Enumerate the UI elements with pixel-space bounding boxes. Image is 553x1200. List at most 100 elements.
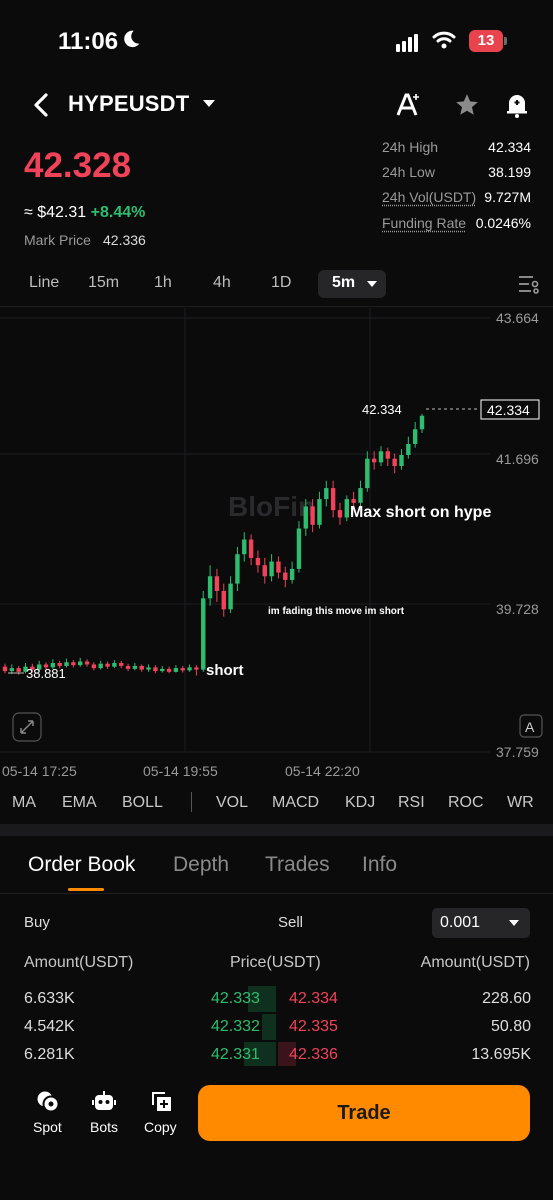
- indicator-wr[interactable]: WR: [507, 794, 534, 812]
- y-tick-label: 41.696: [496, 451, 539, 467]
- divider: [0, 893, 553, 894]
- indicator-ema[interactable]: EMA: [62, 794, 97, 812]
- precision-value: 0.001: [440, 914, 481, 931]
- usd-value: ≈ $42.31: [24, 204, 87, 221]
- indicator-ma[interactable]: MA: [12, 794, 36, 812]
- tab-depth[interactable]: Depth: [173, 853, 229, 877]
- indicator-kdj[interactable]: KDJ: [345, 794, 375, 812]
- trade-button[interactable]: Trade: [198, 1085, 530, 1141]
- x-tick-label: 05-14 19:55: [143, 763, 218, 779]
- bid-depth-bar: [262, 1014, 276, 1040]
- stat-label-funding[interactable]: Funding Rate: [382, 215, 466, 231]
- candle: [385, 447, 391, 467]
- font-size-icon[interactable]: [396, 92, 422, 118]
- indicator-boll[interactable]: BOLL: [122, 794, 163, 812]
- ask-price[interactable]: 42.334: [289, 990, 338, 1008]
- bid-price[interactable]: 42.331: [211, 1046, 260, 1064]
- col-header-ask-amount: Amount(USDT): [420, 954, 530, 971]
- annotation-fading: im fading this move im short: [268, 606, 405, 617]
- candle: [324, 480, 329, 507]
- copy-label[interactable]: Copy: [144, 1119, 177, 1135]
- col-header-bid-amount: Amount(USDT): [24, 954, 134, 971]
- tab-timeframe-4h[interactable]: 4h: [213, 274, 231, 292]
- candle: [392, 453, 397, 474]
- indicator-roc[interactable]: ROC: [448, 794, 484, 812]
- bid-price[interactable]: 42.332: [211, 1018, 260, 1036]
- indicator-rsi[interactable]: RSI: [398, 794, 425, 812]
- moon-icon: [124, 30, 140, 48]
- candle: [358, 480, 363, 507]
- bots-label[interactable]: Bots: [90, 1119, 118, 1135]
- mark-price-label: Mark Price: [24, 232, 91, 248]
- bid-price[interactable]: 42.333: [211, 990, 260, 1008]
- candle: [337, 502, 343, 525]
- stat-value-funding: 0.0246%: [475, 215, 531, 231]
- bid-amount: 6.281K: [24, 1046, 75, 1063]
- buy-label[interactable]: Buy: [24, 914, 50, 931]
- tab-timeframe-1h[interactable]: 1h: [154, 274, 172, 292]
- candle: [228, 576, 233, 614]
- x-tick-label: 05-14 17:25: [2, 763, 77, 779]
- mark-price-value: 42.336: [103, 232, 146, 248]
- candle: [71, 660, 76, 668]
- candle: [166, 666, 172, 674]
- tab-timeframe-1d[interactable]: 1D: [271, 274, 291, 292]
- high-price-label: 42.334: [362, 402, 402, 417]
- candle: [330, 480, 336, 518]
- candle: [262, 557, 267, 584]
- wifi-icon: [432, 31, 456, 49]
- battery-icon: 13: [469, 30, 503, 52]
- price-chart[interactable]: BloFin 43.664 41.696 39.728 37.759 42.33…: [0, 308, 553, 760]
- candle: [153, 665, 158, 674]
- indicator-vol[interactable]: VOL: [216, 794, 248, 812]
- tab-timeframe-15m[interactable]: 15m: [88, 274, 119, 292]
- candle: [180, 665, 185, 673]
- bell-icon[interactable]: [505, 92, 529, 118]
- indicator-macd[interactable]: MACD: [272, 794, 319, 812]
- candle: [289, 561, 295, 584]
- tab-order-book[interactable]: Order Book: [28, 853, 135, 877]
- chevron-down-icon: [367, 281, 377, 287]
- y-tick-label: 39.728: [496, 601, 539, 617]
- chevron-down-icon[interactable]: [202, 99, 216, 109]
- candle: [187, 664, 192, 672]
- bid-amount: 6.633K: [24, 990, 75, 1007]
- candle: [296, 521, 302, 573]
- divider: [0, 306, 553, 307]
- candle: [412, 421, 418, 448]
- candle: [221, 583, 226, 617]
- candle: [125, 663, 131, 672]
- tab-trades[interactable]: Trades: [265, 853, 330, 877]
- pair-title[interactable]: HYPEUSDT: [68, 91, 189, 117]
- candle: [146, 664, 151, 672]
- sell-label[interactable]: Sell: [278, 914, 303, 931]
- candle: [283, 566, 288, 588]
- chevron-down-icon: [509, 920, 519, 926]
- change-percent: +8.44%: [90, 204, 146, 221]
- tab-timeframe-line[interactable]: Line: [29, 274, 59, 292]
- stat-value-low: 38.199: [488, 164, 531, 180]
- chart-settings-icon[interactable]: [518, 274, 540, 294]
- candle: [406, 436, 411, 459]
- ask-price[interactable]: 42.336: [289, 1046, 338, 1064]
- stat-label-volume[interactable]: 24h Vol(USDT): [382, 189, 476, 205]
- candle: [160, 665, 165, 673]
- copy-icon[interactable]: [150, 1090, 172, 1112]
- spot-label[interactable]: Spot: [33, 1119, 62, 1135]
- candle: [399, 449, 404, 470]
- bots-icon[interactable]: [92, 1090, 116, 1114]
- tab-info[interactable]: Info: [362, 853, 397, 877]
- current-price-tag-label: 42.334: [487, 402, 530, 418]
- tab-underline: [68, 888, 104, 891]
- ask-amount: 50.80: [490, 1018, 531, 1035]
- stat-label-high: 24h High: [382, 139, 439, 155]
- spot-icon[interactable]: [36, 1090, 62, 1114]
- back-icon[interactable]: [32, 92, 50, 118]
- candle: [98, 660, 103, 670]
- ask-price[interactable]: 42.335: [289, 1018, 338, 1036]
- candle: [173, 665, 179, 673]
- candle: [419, 413, 425, 433]
- candle: [139, 664, 144, 672]
- candle: [77, 657, 83, 667]
- star-icon[interactable]: [454, 92, 480, 118]
